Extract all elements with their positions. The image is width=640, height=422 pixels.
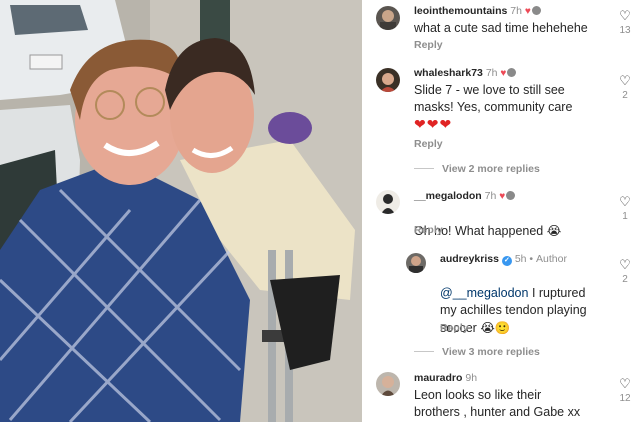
like-button[interactable]: ♡ 2 (618, 257, 632, 286)
heart-outline-icon: ♡ (619, 257, 631, 272)
creator-avatar-icon (506, 191, 516, 200)
reply-button[interactable]: Reply (414, 224, 443, 236)
view-more-replies[interactable]: View 3 more replies (414, 346, 540, 358)
like-count: 13 (619, 25, 631, 36)
reply-button[interactable]: Reply (414, 138, 443, 150)
comment-item: __megalodon 7h ♥ Oh no! What happened 😭 … (362, 185, 640, 245)
creator-liked-heart-icon: ♥ (499, 191, 506, 202)
divider-line (414, 351, 434, 352)
comment-reply-item: audreykriss ✓ 5h • Author @__megalodon I… (362, 249, 640, 364)
comment-time: 7h (485, 67, 498, 79)
view-more-replies[interactable]: View 2 more replies (414, 163, 540, 175)
heart-outline-icon: ♡ (619, 8, 631, 23)
comment-emoji: 😭🙂 (480, 320, 511, 335)
username[interactable]: __megalodon (414, 190, 482, 202)
username[interactable]: leointhemountains (414, 5, 507, 17)
comment-text: Slide 7 - we love to still see masks! Ye… (414, 83, 573, 114)
creator-avatar-icon (531, 6, 541, 15)
comment-time: 7h (484, 190, 497, 202)
avatar[interactable] (376, 372, 400, 396)
selfie-image (0, 0, 362, 422)
like-count: 12 (619, 393, 631, 404)
heart-outline-icon: ♡ (619, 194, 631, 209)
reply-button[interactable]: Reply (414, 39, 443, 51)
username[interactable]: audreykriss (440, 253, 499, 265)
comment-username-row: mauradro 9h (414, 372, 477, 384)
like-count: 1 (622, 211, 628, 222)
comment-item: leointhemountains 7h ♥ what a cute sad t… (362, 0, 640, 60)
divider-line (414, 168, 434, 169)
like-count: 2 (622, 90, 628, 101)
comment-username-row: __megalodon 7h ♥ (414, 190, 516, 202)
avatar[interactable] (376, 190, 400, 214)
like-button[interactable]: ♡ 1 (618, 194, 632, 223)
comment-item: mauradro 9h Leon looks so like their bro… (362, 368, 640, 422)
comment-emoji: 😭 (546, 223, 562, 238)
mention-link[interactable]: @__megalodon (440, 286, 528, 300)
like-button[interactable]: ♡ 13 (618, 8, 632, 37)
comment-item: whaleshark73 7h ♥ Slide 7 - we love to s… (362, 62, 640, 182)
comment-text: Leon looks so like their brothers , hunt… (414, 388, 581, 419)
avatar[interactable] (406, 253, 426, 273)
author-separator: • (529, 253, 534, 265)
comment-time: 5h (514, 253, 527, 265)
comments-panel: leointhemountains 7h ♥ what a cute sad t… (362, 0, 640, 422)
comment-text: what a cute sad time hehehehe (414, 21, 588, 35)
heart-outline-icon: ♡ (619, 376, 631, 391)
comment-username-row: leointhemountains 7h ♥ (414, 5, 541, 17)
like-button[interactable]: ♡ 2 (618, 73, 632, 102)
heart-outline-icon: ♡ (619, 73, 631, 88)
author-label: Author (536, 253, 567, 265)
avatar[interactable] (376, 6, 400, 30)
post-photo (0, 0, 362, 422)
comment-username-row: audreykriss ✓ 5h • Author (440, 253, 567, 266)
like-count: 2 (622, 274, 628, 285)
username[interactable]: mauradro (414, 372, 462, 384)
creator-liked-heart-icon: ♥ (524, 6, 531, 17)
avatar[interactable] (376, 68, 400, 92)
creator-avatar-icon (507, 68, 517, 77)
comment-emoji: ❤❤❤ (414, 117, 453, 133)
verified-badge-icon: ✓ (501, 256, 512, 266)
like-button[interactable]: ♡ 12 (618, 376, 632, 405)
comment-time: 7h (510, 5, 522, 17)
creator-liked-heart-icon: ♥ (500, 68, 507, 79)
comment-username-row: whaleshark73 7h ♥ (414, 67, 517, 79)
username[interactable]: whaleshark73 (414, 67, 483, 79)
comment-time: 9h (465, 372, 478, 384)
reply-button[interactable]: Reply (440, 322, 469, 334)
